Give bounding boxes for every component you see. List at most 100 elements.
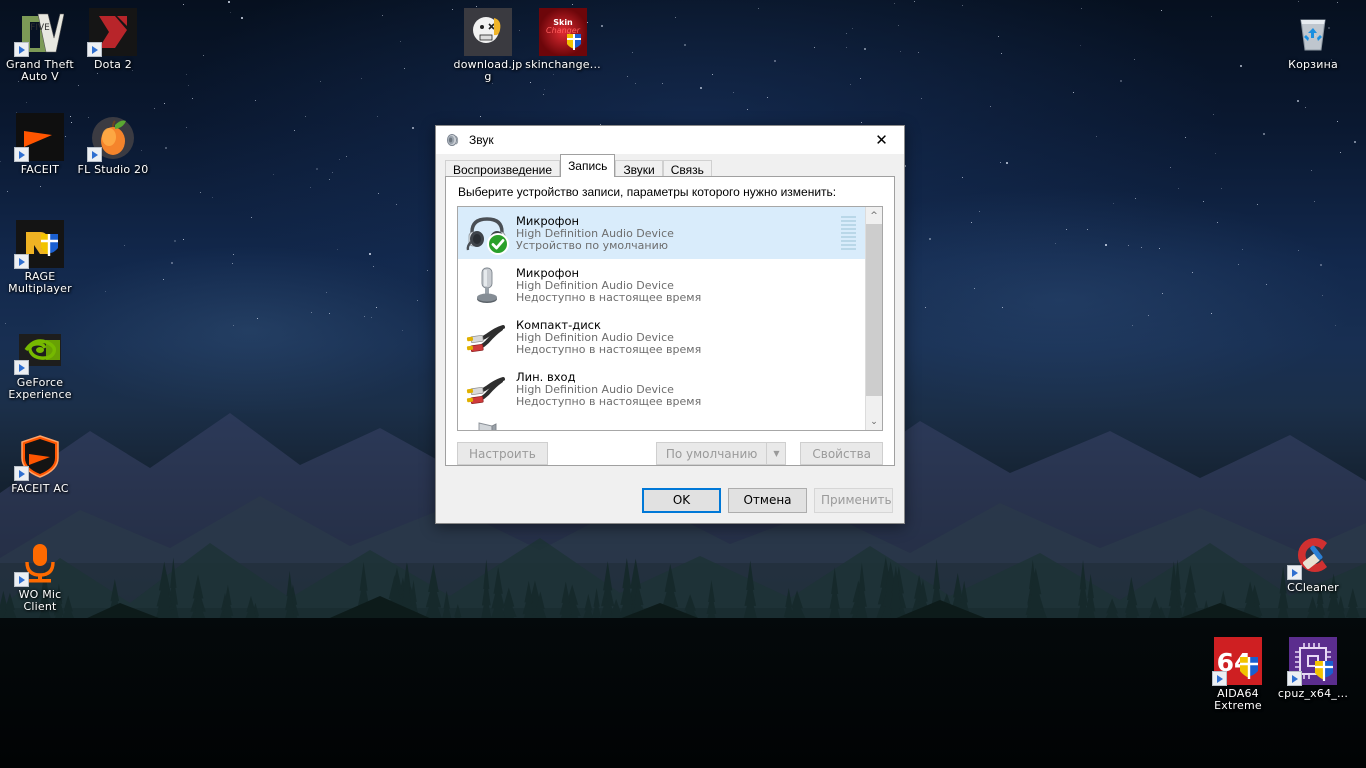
desktop-icon-label: Корзина — [1288, 58, 1338, 71]
desktop-icon-aida64[interactable]: 64 AIDA64 Extreme — [1200, 637, 1276, 712]
shortcut-arrow-icon — [14, 42, 29, 57]
device-list[interactable]: Микрофон High Definition Audio Device Устр… — [457, 206, 883, 431]
desktop-icon-geforce[interactable]: GeForce Experience — [2, 326, 78, 401]
desktop-icon-label: FACEIT — [20, 163, 60, 176]
desktop-icon-skinchanger[interactable]: Skin Changer skinchange... — [525, 8, 601, 71]
cpuz-icon — [1287, 637, 1337, 686]
device-status: Устройство по умолчанию — [516, 238, 669, 252]
shortcut-arrow-icon — [14, 360, 29, 375]
device-list-item[interactable]: Лин. вход High Definition Audio Device Нед… — [458, 363, 865, 415]
device-list-items[interactable]: Микрофон High Definition Audio Device Устр… — [458, 207, 865, 430]
shortcut-arrow-icon — [87, 42, 102, 57]
desktop-icon-label: skinchange... — [525, 58, 601, 71]
device-list-item[interactable]: Компакт-диск High Definition Audio Device… — [458, 311, 865, 363]
aida64-icon: 64 — [1212, 637, 1262, 686]
close-icon[interactable]: ✕ — [859, 126, 904, 154]
dialog-titlebar[interactable]: Звук ✕ — [436, 126, 904, 154]
shortcut-arrow-icon — [14, 254, 29, 269]
shortcut-arrow-icon — [14, 466, 29, 481]
desktop-icon-image-file[interactable]: download.jpg — [450, 8, 526, 83]
desktop[interactable]: FIVE Grand Theft Auto V Dota 2 download.jpg… — [0, 0, 1366, 768]
desktop-icon-label: FACEIT AC — [11, 482, 69, 495]
desk-microphone-icon — [465, 263, 509, 307]
skinchanger-icon: Skin Changer — [539, 8, 587, 56]
device-action-row: Настроить По умолчанию ▼ Свойства — [457, 442, 883, 465]
desktop-icon-ccleaner[interactable]: CCleaner — [1275, 531, 1351, 594]
scroll-down-icon[interactable]: ⌄ — [866, 413, 882, 430]
recycle-bin-icon — [1289, 8, 1337, 56]
scrollbar-thumb[interactable] — [866, 224, 882, 396]
image-file-icon — [464, 8, 512, 56]
device-list-item[interactable]: Микрофон High Definition Audio Device Устр… — [458, 207, 865, 259]
ccleaner-icon — [1287, 531, 1337, 580]
tab-recording[interactable]: Запись — [560, 154, 616, 177]
desktop-icon-wo-mic[interactable]: WO Mic Client — [2, 538, 78, 613]
device-name: Компакт-диск — [516, 317, 601, 332]
desktop-icon-label: AIDA64 Extreme — [1214, 687, 1262, 712]
scroll-up-icon[interactable]: ^ — [866, 207, 882, 224]
device-text: Лин. вход High Definition Audio Device Нед… — [516, 370, 841, 408]
desktop-icon-label: CCleaner — [1287, 581, 1339, 594]
desktop-icon-faceit-ac[interactable]: FACEIT AC — [2, 432, 78, 495]
rca-cable-icon — [465, 367, 509, 411]
headset-icon — [465, 211, 509, 255]
device-list-item[interactable]: МикрофонHigh Definition Audio Device — [458, 415, 865, 430]
shortcut-arrow-icon — [1212, 671, 1227, 686]
shortcut-arrow-icon — [14, 572, 29, 587]
desktop-icon-dota2[interactable]: Dota 2 — [75, 8, 151, 71]
device-volume-meter — [841, 216, 856, 250]
desktop-icon-label: RAGE Multiplayer — [8, 270, 72, 295]
ok-button[interactable]: OK — [642, 487, 721, 513]
svg-text:Changer: Changer — [546, 26, 581, 35]
desktop-icon-faceit[interactable]: FACEIT — [2, 113, 78, 176]
dialog-tabs[interactable]: Воспроизведение Запись Звуки Связь — [445, 154, 895, 180]
rca-cable-icon — [465, 315, 509, 359]
device-list-item[interactable]: Микрофон High Definition Audio Device Недо… — [458, 259, 865, 311]
panel-prompt: Выберите устройство записи, параметры ко… — [458, 185, 837, 199]
dialog-title: Звук — [469, 133, 494, 147]
faceit-icon — [14, 113, 64, 162]
cancel-button[interactable]: Отмена — [728, 487, 807, 513]
wallpaper-ground — [0, 618, 1366, 768]
device-name: Микрофон — [516, 428, 841, 430]
desktop-icon-recycle-bin[interactable]: Корзина — [1275, 8, 1351, 71]
configure-button[interactable]: Настроить — [457, 442, 548, 465]
desktop-icon-gta-v[interactable]: FIVE Grand Theft Auto V — [2, 8, 78, 83]
properties-button[interactable]: Свойства — [800, 442, 883, 465]
device-driver: High Definition Audio Device — [516, 382, 674, 396]
scrollbar-track[interactable] — [866, 224, 882, 413]
rage-mp-icon — [14, 220, 64, 269]
sound-dialog[interactable]: Звук ✕ Воспроизведение Запись Звуки Связь В… — [435, 125, 905, 524]
device-text: Микрофон High Definition Audio Device Устр… — [516, 214, 841, 252]
desktop-icon-rage-mp[interactable]: RAGE Multiplayer — [2, 220, 78, 295]
set-default-button[interactable]: По умолчанию ▼ — [655, 442, 787, 465]
desktop-icon-label: Dota 2 — [94, 58, 132, 71]
device-driver: High Definition Audio Device — [516, 278, 674, 292]
desktop-icon-label: cpuz_x64_... — [1277, 687, 1349, 700]
dota2-icon — [87, 8, 137, 57]
panel-microphone-icon — [465, 419, 509, 430]
device-text: Микрофон High Definition Audio Device Недо… — [516, 265, 841, 304]
set-default-label: По умолчанию — [665, 446, 758, 461]
gta-v-icon: FIVE — [14, 8, 65, 57]
desktop-icon-label: GeForce Experience — [8, 376, 72, 401]
desktop-icon-cpuz[interactable]: cpuz_x64_... — [1275, 637, 1351, 700]
shortcut-arrow-icon — [14, 147, 29, 162]
apply-button[interactable]: Применить — [814, 487, 893, 513]
device-list-scrollbar[interactable]: ^ ⌄ — [865, 207, 882, 430]
device-text: МикрофонHigh Definition Audio Device — [516, 428, 841, 430]
device-name: Микрофон — [516, 265, 580, 280]
desktop-icon-fl-studio[interactable]: FL Studio 20 — [75, 113, 151, 176]
desktop-icon-label: FL Studio 20 — [77, 163, 149, 176]
device-status: Недоступно в настоящее время — [516, 290, 702, 304]
speaker-icon — [446, 133, 459, 147]
geforce-icon — [14, 326, 64, 375]
dialog-footer: OK Отмена Применить — [436, 477, 904, 523]
record-tab-panel: Выберите устройство записи, параметры ко… — [445, 176, 895, 466]
svg-text:FIVE: FIVE — [30, 23, 50, 33]
faceit-ac-icon — [14, 432, 64, 481]
device-text: Компакт-диск High Definition Audio Device… — [516, 317, 841, 356]
device-status: Недоступно в настоящее время — [516, 342, 702, 356]
fl-studio-icon — [87, 113, 137, 162]
chevron-down-icon[interactable]: ▼ — [766, 443, 785, 464]
